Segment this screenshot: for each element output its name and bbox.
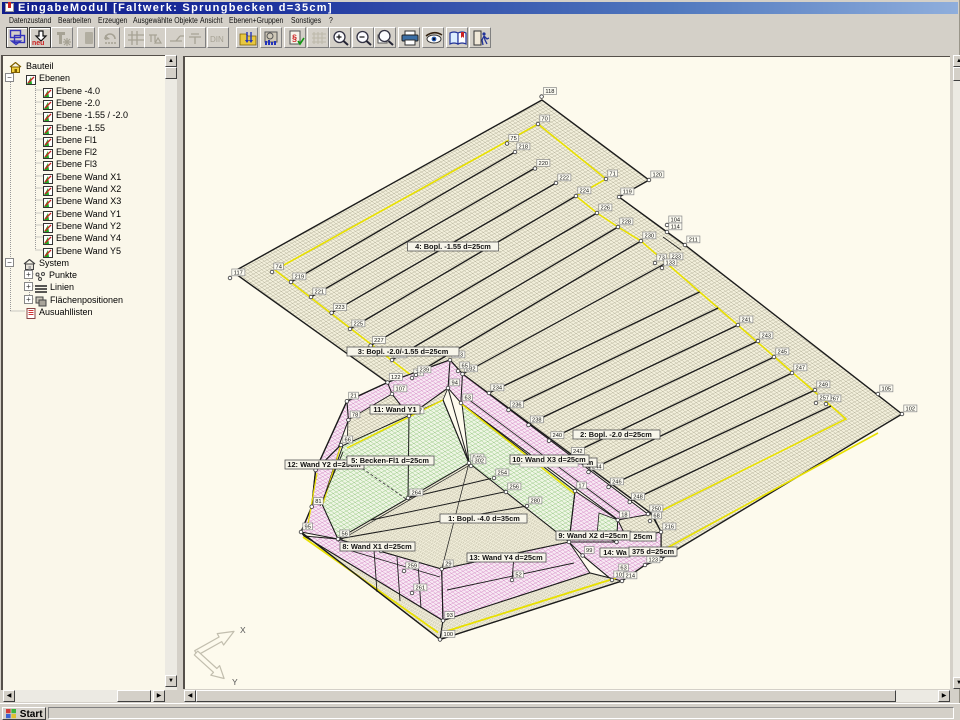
svg-text:302: 302 xyxy=(475,458,485,464)
svg-text:107: 107 xyxy=(396,386,406,392)
svg-text:375 d=25cm: 375 d=25cm xyxy=(632,547,675,556)
svg-text:Y: Y xyxy=(232,677,238,687)
svg-text:245: 245 xyxy=(778,349,788,355)
svg-text:223: 223 xyxy=(335,305,345,311)
svg-text:224: 224 xyxy=(580,188,590,194)
svg-text:17: 17 xyxy=(578,483,584,489)
svg-text:226: 226 xyxy=(601,205,611,211)
svg-text:216: 216 xyxy=(665,524,675,530)
svg-text:13: Wand Y4 d=25cm: 13: Wand Y4 d=25cm xyxy=(469,553,543,562)
svg-text:104: 104 xyxy=(671,217,681,223)
svg-text:117: 117 xyxy=(234,270,243,276)
svg-text:93: 93 xyxy=(447,613,453,619)
svg-text:100: 100 xyxy=(444,632,454,638)
svg-text:DIN: DIN xyxy=(210,35,224,44)
svg-text:102: 102 xyxy=(906,406,916,412)
svg-text:99: 99 xyxy=(586,548,592,554)
svg-text:133: 133 xyxy=(666,260,676,266)
svg-text:74: 74 xyxy=(276,264,282,270)
svg-text:52: 52 xyxy=(515,572,521,578)
svg-text:11: Wand Y1: 11: Wand Y1 xyxy=(373,405,416,414)
svg-text:65: 65 xyxy=(462,363,468,369)
svg-text:70: 70 xyxy=(541,116,547,122)
svg-text:211: 211 xyxy=(689,237,698,243)
svg-text:239: 239 xyxy=(420,367,430,373)
svg-text:9: Wand X2 d=25cm: 9: Wand X2 d=25cm xyxy=(558,531,628,540)
svg-text:2: Bopl. -2.0 d=25cm: 2: Bopl. -2.0 d=25cm xyxy=(580,430,652,439)
svg-text:56: 56 xyxy=(342,531,348,537)
svg-text:261: 261 xyxy=(416,585,426,591)
svg-text:94: 94 xyxy=(452,380,458,386)
svg-text:X: X xyxy=(240,625,246,635)
svg-text:249: 249 xyxy=(819,382,829,388)
svg-text:122: 122 xyxy=(391,375,401,381)
svg-text:95: 95 xyxy=(305,524,311,530)
svg-text:68: 68 xyxy=(653,513,659,519)
svg-text:257: 257 xyxy=(820,395,830,401)
svg-text:63: 63 xyxy=(620,565,626,571)
svg-text:222: 222 xyxy=(560,175,570,181)
svg-text:3: Bopl. -2.0/-1.55 d=25cm: 3: Bopl. -2.0/-1.55 d=25cm xyxy=(358,347,449,356)
svg-text:120: 120 xyxy=(653,172,663,178)
svg-text:119: 119 xyxy=(623,189,632,195)
svg-text:242: 242 xyxy=(573,449,583,455)
svg-text:259: 259 xyxy=(408,563,418,569)
svg-text:71: 71 xyxy=(609,171,615,177)
svg-text:81: 81 xyxy=(315,499,321,505)
svg-text:18: 18 xyxy=(621,512,627,518)
svg-text:248: 248 xyxy=(633,494,643,500)
svg-text:240: 240 xyxy=(553,433,563,439)
svg-text:228: 228 xyxy=(622,219,632,225)
svg-text:29: 29 xyxy=(445,561,451,567)
svg-text:230: 230 xyxy=(645,233,655,239)
svg-text:4: Bopl. -1.55 d=25cm: 4: Bopl. -1.55 d=25cm xyxy=(415,242,491,251)
svg-text:63: 63 xyxy=(465,395,471,401)
svg-text:225: 225 xyxy=(354,321,364,327)
svg-text:114: 114 xyxy=(671,224,680,230)
svg-text:254: 254 xyxy=(498,470,508,476)
svg-text:238: 238 xyxy=(532,417,542,423)
svg-text:243: 243 xyxy=(762,333,772,339)
svg-text:14: Wa: 14: Wa xyxy=(603,548,627,557)
svg-text:264: 264 xyxy=(412,490,422,496)
svg-text:214: 214 xyxy=(626,573,636,579)
svg-text:105: 105 xyxy=(882,386,892,392)
svg-text:236: 236 xyxy=(512,402,522,408)
svg-text:247: 247 xyxy=(796,365,806,371)
svg-text:66: 66 xyxy=(345,437,351,443)
svg-text:25cm: 25cm xyxy=(634,532,653,541)
svg-text:218: 218 xyxy=(519,144,529,150)
svg-text:neu: neu xyxy=(32,40,44,47)
svg-text:250: 250 xyxy=(652,506,662,512)
svg-text:8: Wand X1 d=25cm: 8: Wand X1 d=25cm xyxy=(342,542,412,551)
svg-text:§: § xyxy=(292,33,297,43)
svg-text:280: 280 xyxy=(531,498,541,504)
svg-text:78: 78 xyxy=(352,412,358,418)
svg-text:219: 219 xyxy=(295,274,305,280)
svg-text:246: 246 xyxy=(612,479,622,485)
svg-text:220: 220 xyxy=(539,161,549,167)
svg-text:241: 241 xyxy=(742,317,752,323)
svg-text:21: 21 xyxy=(350,394,356,400)
svg-text:123: 123 xyxy=(649,557,659,563)
svg-text:75: 75 xyxy=(510,136,516,142)
svg-text:1: Bopl. -4.0 d=35cm: 1: Bopl. -4.0 d=35cm xyxy=(448,514,520,523)
svg-text:227: 227 xyxy=(374,338,384,344)
svg-text:5: Becken-Fl1 d=25cm: 5: Becken-Fl1 d=25cm xyxy=(351,456,429,465)
svg-text:118: 118 xyxy=(545,89,554,95)
svg-text:234: 234 xyxy=(493,385,503,391)
svg-text:221: 221 xyxy=(315,289,325,295)
svg-text:256: 256 xyxy=(510,484,520,490)
svg-text:10: Wand X3 d=25cm: 10: Wand X3 d=25cm xyxy=(512,455,586,464)
